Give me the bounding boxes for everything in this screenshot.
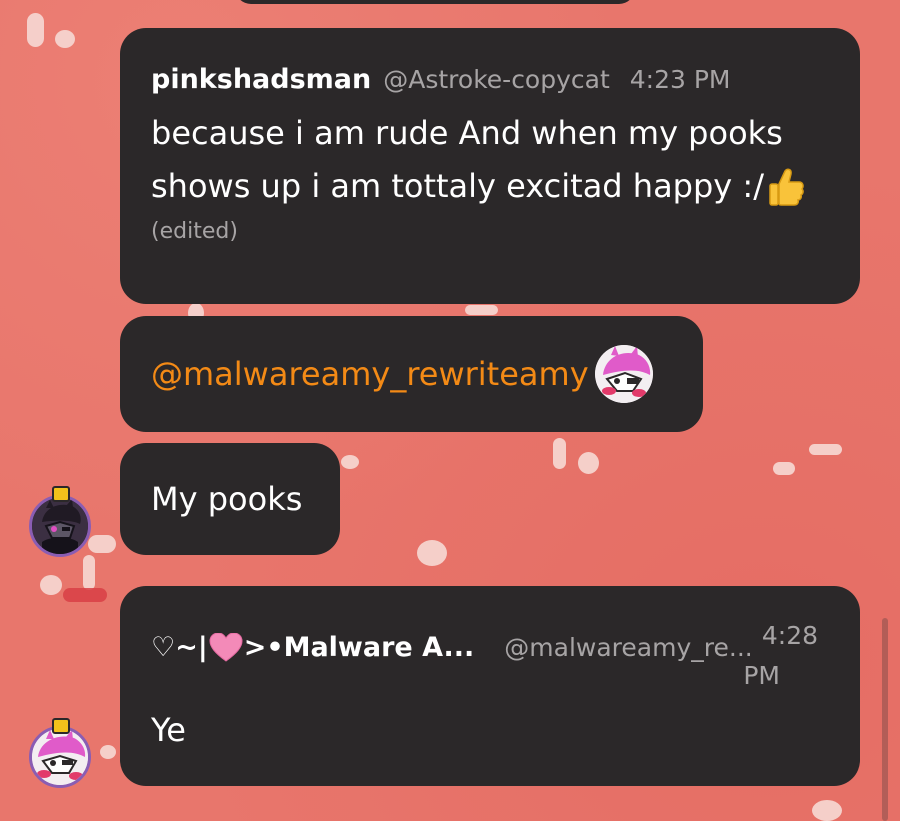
background-speck — [773, 462, 795, 475]
background-speck — [55, 30, 75, 48]
background-speck — [100, 745, 116, 759]
message-bubble[interactable]: ♡~| >•Malware A... @malwareamy_re... 4:2… — [120, 586, 860, 786]
author-name[interactable]: >•Malware A... — [244, 632, 475, 663]
background-speck — [40, 575, 62, 595]
author-avatar[interactable] — [29, 495, 91, 557]
message-timestamp: 4:23 PM — [629, 65, 731, 94]
background-speck — [809, 444, 842, 455]
message-text-line-content: shows up i am tottaly excitad happy :/ — [151, 167, 764, 205]
message-header: pinkshadsman @Astroke-copycat 4:23 PM — [151, 64, 830, 95]
message-header: ♡~| >•Malware A... @malwareamy_re... — [151, 631, 753, 663]
timestamp-time: 4:28 — [761, 621, 818, 650]
background-speck — [88, 535, 116, 553]
background-speck — [417, 540, 447, 566]
message-bubble[interactable]: pinkshadsman @Astroke-copycat 4:23 PM be… — [120, 28, 860, 304]
message-bubble[interactable]: @malwareamy_rewriteamy — [120, 316, 703, 432]
pink-heart-icon — [209, 631, 243, 663]
background-speck — [83, 555, 95, 590]
background-speck — [27, 13, 44, 47]
user-mention[interactable]: @malwareamy_rewriteamy — [151, 355, 589, 393]
message-text: because i am rude And when my pooks show… — [151, 107, 830, 213]
author-name-prefix[interactable]: ♡~| — [151, 632, 208, 663]
scrollbar[interactable] — [882, 618, 888, 821]
timestamp-period: PM — [743, 661, 780, 690]
background-speck — [553, 438, 566, 469]
message-text-line: shows up i am tottaly excitad happy :/ — [151, 160, 830, 213]
message-text: My pooks — [151, 479, 303, 518]
author-handle[interactable]: @malwareamy_re... — [504, 633, 752, 662]
message-timestamp: 4:28 PM — [743, 616, 818, 696]
background-speck — [63, 588, 107, 602]
author-name[interactable]: pinkshadsman — [151, 64, 371, 95]
author-handle[interactable]: @Astroke-copycat — [383, 65, 610, 94]
author-avatar[interactable] — [29, 726, 91, 788]
message-text-line: because i am rude And when my pooks — [151, 114, 783, 152]
lock-badge-icon — [52, 718, 70, 734]
edited-label: (edited) — [151, 219, 238, 244]
previous-message-bubble-edge — [235, 0, 635, 4]
background-speck — [578, 452, 599, 474]
message-bubble[interactable]: My pooks — [120, 443, 340, 555]
background-speck — [341, 455, 359, 469]
lock-badge-icon — [52, 486, 70, 502]
message-text: Ye — [151, 711, 186, 749]
mentioned-user-avatar — [594, 345, 653, 403]
background-speck — [465, 305, 498, 315]
background-speck — [812, 800, 842, 821]
thumbs-up-icon — [766, 166, 806, 208]
